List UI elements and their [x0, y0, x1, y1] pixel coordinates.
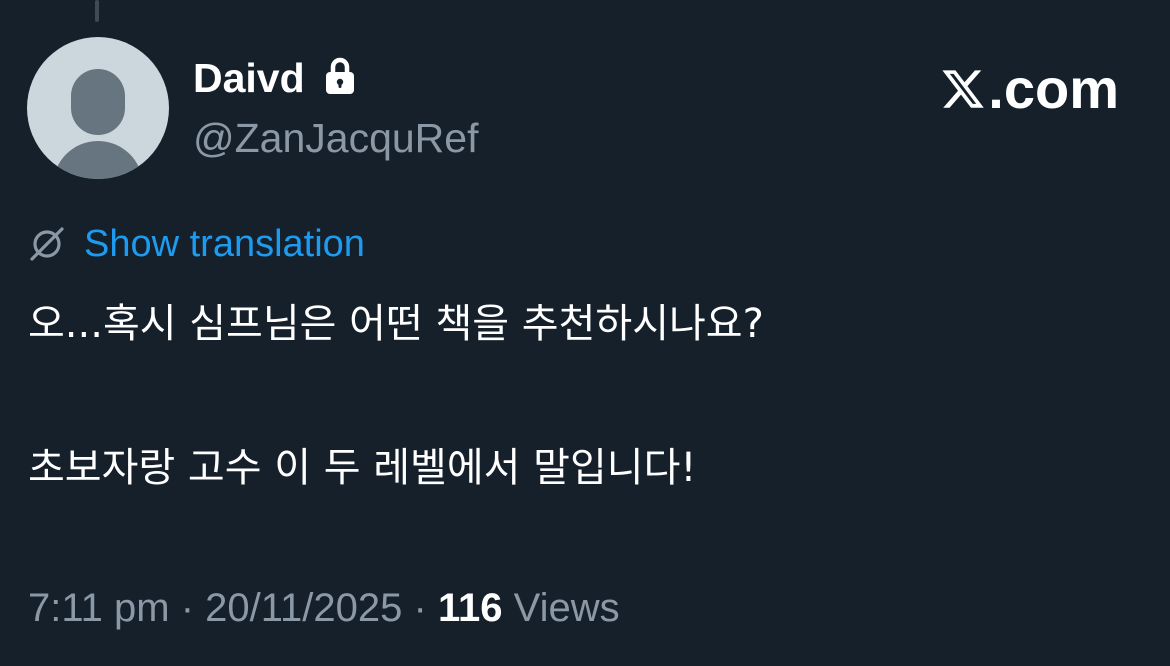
brand-domain-label: .com	[988, 57, 1119, 120]
meta-separator: ·	[413, 586, 427, 630]
views-count: 116	[437, 586, 503, 630]
show-translation-button[interactable]: Show translation	[28, 220, 365, 268]
tweet-meta: 7:11 pm · 20/11/2025 · 116 Views	[28, 582, 620, 634]
display-name-row[interactable]: Daivd	[193, 52, 355, 104]
brand-watermark: .com	[940, 58, 1119, 120]
tweet-date[interactable]: 20/11/2025	[205, 586, 402, 630]
tweet-time[interactable]: 7:11 pm	[28, 586, 170, 630]
translate-globe-icon	[30, 227, 64, 261]
thread-connector-line	[95, 0, 99, 22]
display-name[interactable]: Daivd	[193, 52, 305, 104]
avatar-body-shape	[53, 141, 143, 179]
views-label: Views	[513, 586, 620, 630]
user-handle[interactable]: @ZanJacquRef	[193, 112, 478, 164]
meta-separator: ·	[180, 586, 195, 630]
tweet-text-line: 초보자랑 고수 이 두 레벨에서 말입니다!	[28, 445, 697, 491]
lock-icon	[325, 57, 354, 94]
x-logo-icon	[942, 70, 985, 108]
tweet-text-line: 오...혹시 심프님은 어떤 책을 추천하시나요?	[28, 301, 764, 347]
tweet-text: 오...혹시 심프님은 어떤 책을 추천하시나요? 초보자랑 고수 이 두 레벨…	[28, 288, 1138, 504]
avatar-head-shape	[71, 69, 125, 135]
tweet-text-blank-line	[28, 360, 1138, 432]
show-translation-link[interactable]: Show translation	[84, 220, 365, 268]
avatar[interactable]	[27, 37, 169, 179]
